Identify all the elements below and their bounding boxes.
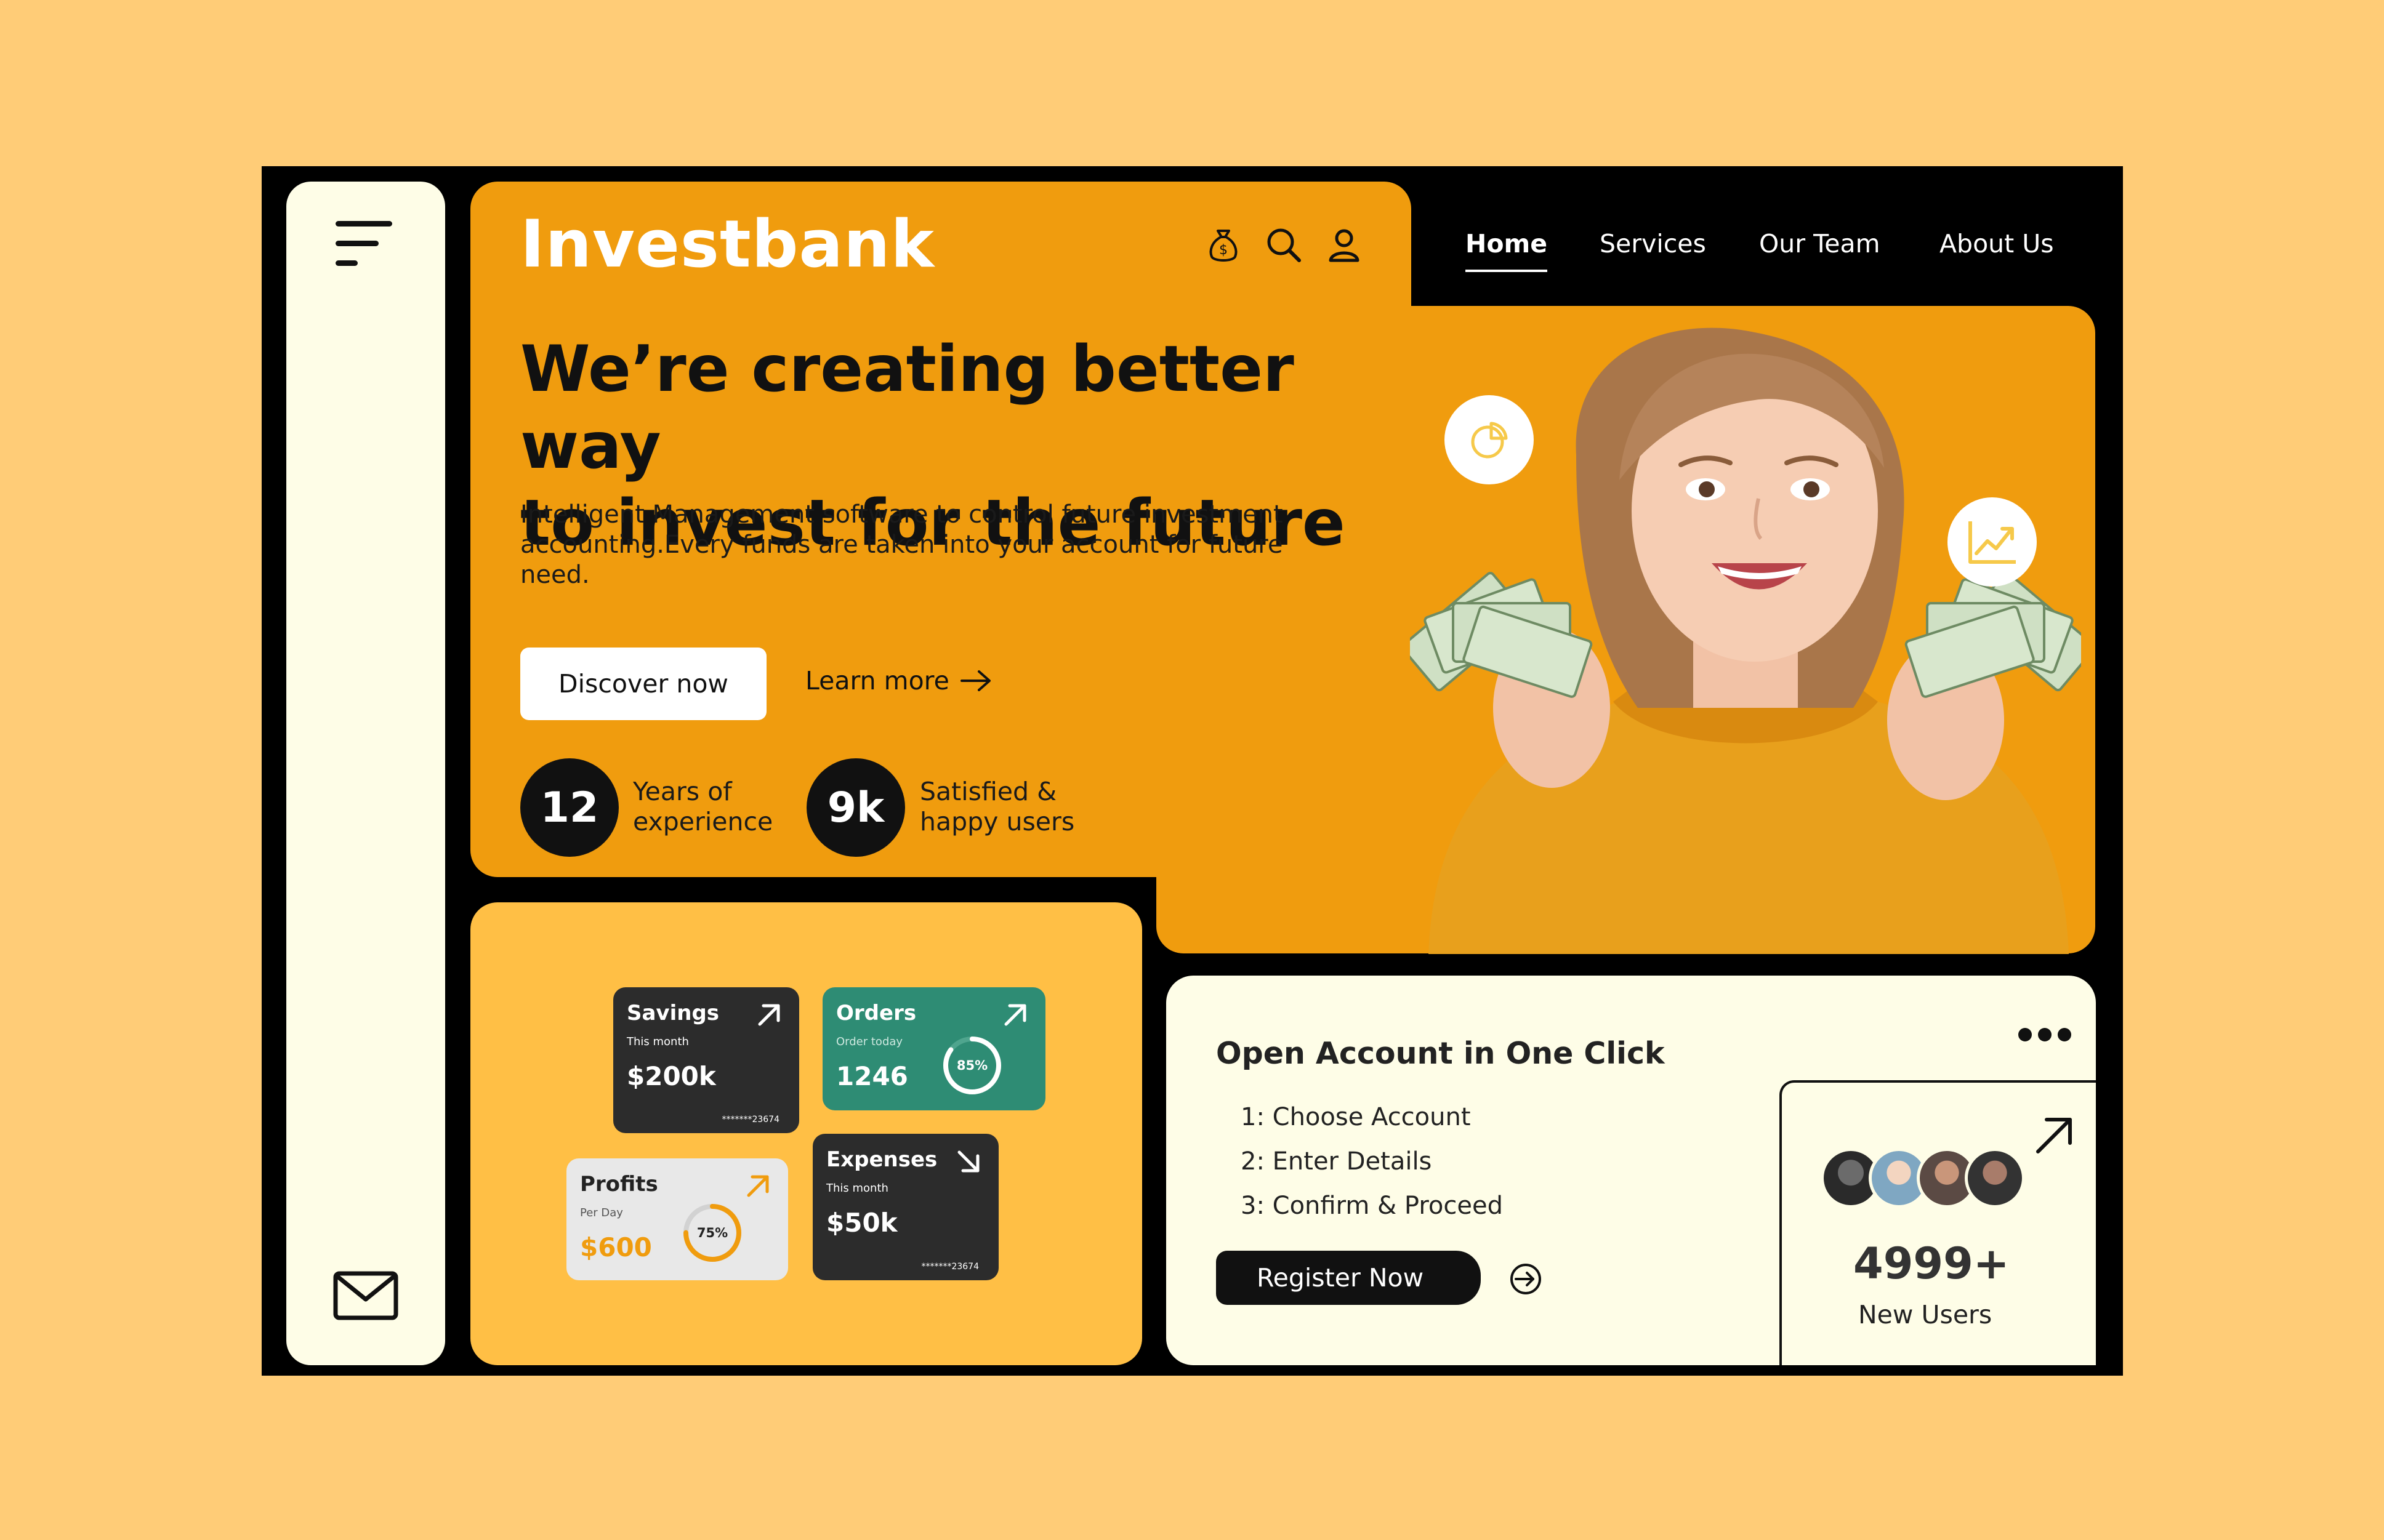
profits-card[interactable]: Profits Per Day $600 75% xyxy=(566,1158,788,1280)
more-options-icon[interactable] xyxy=(2017,1027,2072,1043)
orders-card[interactable]: Orders Order today 1246 85% xyxy=(823,987,1045,1110)
stat-users-value: 9k xyxy=(807,758,905,857)
avatar xyxy=(1965,1148,2025,1208)
search-icon[interactable] xyxy=(1265,226,1303,264)
svg-text:$: $ xyxy=(1219,243,1228,258)
stats-dashboard-panel xyxy=(470,902,1142,1365)
step-confirm-proceed: 3: Confirm & Proceed xyxy=(1241,1192,1503,1220)
discover-now-button[interactable]: Discover now xyxy=(520,648,767,720)
new-users-count: 4999+ xyxy=(1853,1238,2010,1289)
open-account-title: Open Account in One Click xyxy=(1216,1036,1665,1071)
arrow-up-right-icon xyxy=(1004,1004,1026,1026)
nav-home[interactable]: Home xyxy=(1465,229,1548,272)
nav-services[interactable]: Services xyxy=(1600,229,1706,259)
pie-chart-badge xyxy=(1444,395,1534,484)
header-icons: $ xyxy=(1204,226,1363,264)
new-users-label: New Users xyxy=(1858,1300,1992,1329)
nav-about-us[interactable]: About Us xyxy=(1939,229,2054,259)
svg-text:75%: 75% xyxy=(697,1225,728,1240)
mail-icon[interactable] xyxy=(333,1271,398,1320)
arrow-right-icon xyxy=(960,670,991,691)
arrow-up-right-icon xyxy=(758,1004,780,1026)
step-enter-details: 2: Enter Details xyxy=(1241,1147,1432,1176)
step-choose-account: 1: Choose Account xyxy=(1241,1103,1471,1131)
stat-years-value: 12 xyxy=(520,758,619,857)
arrow-up-right-icon xyxy=(747,1175,769,1197)
profits-progress-ring: 75% xyxy=(683,1204,741,1262)
svg-text:85%: 85% xyxy=(957,1058,988,1073)
money-bag-icon[interactable]: $ xyxy=(1204,226,1242,264)
hero-description: Intelligent Management software to contr… xyxy=(520,500,1283,589)
stat-users-label: Satisfied & happy users xyxy=(920,777,1075,836)
sidebar xyxy=(286,182,445,1365)
stat-years-label: Years of experience xyxy=(633,777,773,836)
learn-more-link[interactable]: Learn more xyxy=(805,666,993,696)
arrow-down-right-icon xyxy=(957,1150,980,1173)
nav-our-team[interactable]: Our Team xyxy=(1759,229,1880,259)
hamburger-menu-icon[interactable] xyxy=(336,220,394,269)
pie-chart-icon xyxy=(1471,422,1507,458)
user-icon[interactable] xyxy=(1325,226,1363,264)
savings-card[interactable]: Savings This month $200k *******23674 xyxy=(613,987,799,1133)
growth-chart-badge xyxy=(1947,497,2037,587)
register-now-button[interactable]: Register Now xyxy=(1216,1251,1481,1305)
brand-logo[interactable]: Investbank xyxy=(520,206,935,282)
arrow-up-right-icon xyxy=(2036,1118,2072,1153)
expenses-card[interactable]: Expenses This month $50k *******23674 xyxy=(813,1134,999,1280)
orders-progress-ring: 85% xyxy=(943,1037,1001,1094)
line-chart-icon xyxy=(1968,521,2016,564)
arrow-circle-right-icon[interactable] xyxy=(1508,1262,1543,1296)
